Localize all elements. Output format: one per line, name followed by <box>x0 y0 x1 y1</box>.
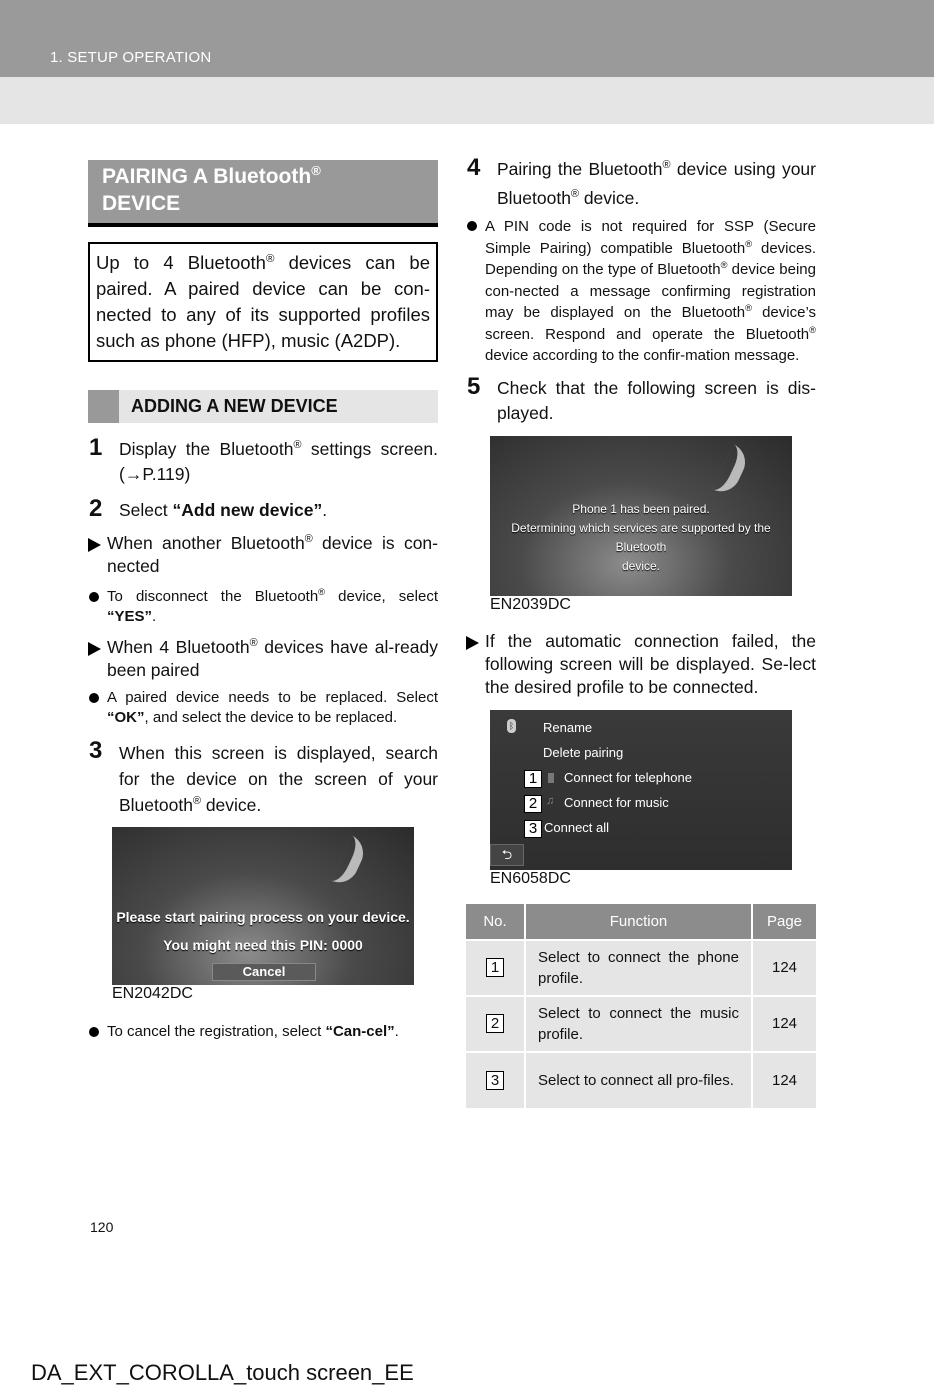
note-disconnect: To disconnect the Bluetooth® device, sel… <box>88 587 438 627</box>
condition-another-device: When another Bluetooth® device is con-ne… <box>88 532 438 578</box>
header-bar: 1. SETUP OPERATION <box>0 0 934 77</box>
step-3: 3 When this screen is displayed, search … <box>89 737 438 816</box>
phone-icon <box>548 772 554 783</box>
triangle-icon <box>88 538 101 552</box>
bullet-icon <box>89 693 99 703</box>
row-page: 124 <box>752 938 816 996</box>
row-number: 1 <box>486 958 504 977</box>
image-code: EN2042DC <box>112 985 193 1002</box>
table-row: 3 Select to connect all pro-files. 124 <box>466 1050 816 1108</box>
document-footer: DA_EXT_COROLLA_touch screen_EE <box>31 1360 414 1385</box>
row-function: Select to connect the phone profile. <box>525 938 753 996</box>
step-5: 5 Check that the following screen is dis… <box>467 372 816 423</box>
note-replace: A paired device needs to be replaced. Se… <box>88 688 438 728</box>
note-ssp: A PIN code is not required for SSP (Secu… <box>466 216 816 367</box>
row-number: 3 <box>486 1070 504 1090</box>
column-no: No. <box>466 903 526 940</box>
callout-1: 1 <box>524 769 542 788</box>
image-code: EN2039DC <box>490 595 571 613</box>
header-band <box>0 77 934 124</box>
intro-box: Up to 4 Bluetooth® devices can be paired… <box>88 242 438 362</box>
page-title: PAIRING A Bluetooth® DEVICE <box>88 160 438 227</box>
page-number: 120 <box>90 1219 114 1235</box>
row-number: 2 <box>486 1014 504 1033</box>
subheading-marker <box>88 390 119 423</box>
bullet-icon <box>89 592 99 602</box>
image-code: EN6058DC <box>490 869 571 887</box>
menu-item-connect-all[interactable]: Connect all <box>544 820 609 835</box>
subheading: ADDING A NEW DEVICE <box>88 390 438 423</box>
callout-2: 2 <box>524 794 542 813</box>
row-page: 124 <box>752 1050 816 1108</box>
triangle-icon <box>466 635 479 650</box>
note-cancel: To cancel the registration, select “Can-… <box>88 1022 438 1042</box>
step-4: 4 Pairing the Bluetooth® device using yo… <box>467 154 816 208</box>
table-header: No. Function Page <box>466 903 816 940</box>
left-column: PAIRING A Bluetooth® DEVICE Up to 4 Blue… <box>88 160 438 1042</box>
callout-3: 3 <box>524 819 542 838</box>
column-function: Function <box>525 903 753 940</box>
bullet-icon <box>467 221 477 231</box>
screen-pairing-pin: Please start pairing process on your dev… <box>112 827 414 985</box>
bluetooth-icon: ᛒ <box>507 718 516 733</box>
screen-profile-menu: ᛒ Rename Delete pairing 1 Connect for te… <box>490 709 792 870</box>
menu-item-connect-telephone[interactable]: Connect for telephone <box>564 770 692 785</box>
right-column: 4 Pairing the Bluetooth® device using yo… <box>466 154 816 1108</box>
menu-item-connect-music[interactable]: Connect for music <box>564 795 669 810</box>
phone-handset-icon <box>330 835 370 889</box>
screenshot-paired: Phone 1 has been paired. Determining whi… <box>490 435 792 624</box>
row-function: Select to connect all pro-files. <box>525 1050 753 1108</box>
section-title: 1. SETUP OPERATION <box>50 49 212 66</box>
cancel-button[interactable]: Cancel <box>212 963 316 981</box>
table-row: 2 Select to connect the music profile. 1… <box>466 994 816 1052</box>
screenshot-profile-menu: ᛒ Rename Delete pairing 1 Connect for te… <box>490 709 792 898</box>
screen-paired: Phone 1 has been paired. Determining whi… <box>490 435 792 596</box>
function-table: No. Function Page 1 Select to connect th… <box>466 903 816 1108</box>
step-1: 1 Display the Bluetooth® settings screen… <box>89 434 438 484</box>
bullet-icon <box>89 1027 99 1037</box>
row-function: Select to connect the music profile. <box>525 994 753 1052</box>
table-row: 1 Select to connect the phone profile. 1… <box>466 938 816 996</box>
condition-four-paired: When 4 Bluetooth® devices have al-ready … <box>88 636 438 682</box>
condition-auto-failed: If the automatic connection failed, the … <box>466 630 816 699</box>
triangle-icon <box>88 642 101 656</box>
column-page: Page <box>752 903 816 940</box>
phone-handset-icon <box>712 443 752 498</box>
menu-item-delete-pairing[interactable]: Delete pairing <box>543 745 623 760</box>
music-note-icon: ♫ <box>546 794 555 807</box>
row-page: 124 <box>752 994 816 1052</box>
step-2: 2 Select “Add new device”. <box>89 495 328 522</box>
menu-item-rename[interactable]: Rename <box>543 720 592 735</box>
back-button[interactable]: ⮌ <box>490 843 524 866</box>
screenshot-pairing-pin: Please start pairing process on your dev… <box>112 827 414 1013</box>
